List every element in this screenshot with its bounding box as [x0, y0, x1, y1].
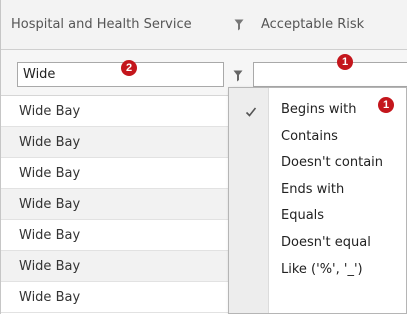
funnel-icon[interactable] — [234, 19, 244, 31]
menu-item[interactable]: Ends with — [229, 177, 407, 203]
hospital-cell: Wide Bay — [19, 166, 81, 181]
column-header-hospital[interactable]: Hospital and Health Service — [11, 0, 192, 50]
menu-item-label: Like ('%', '_') — [281, 262, 363, 277]
hospital-cell: Wide Bay — [19, 259, 81, 274]
grid-header-row: Hospital and Health Service Acceptable R… — [1, 0, 407, 50]
menu-item-label: Equals — [281, 208, 325, 223]
menu-item-label: Doesn't equal — [281, 235, 371, 250]
menu-item-label: Begins with — [281, 102, 357, 117]
hospital-cell: Wide Bay — [19, 290, 81, 305]
menu-item[interactable]: Equals — [229, 203, 407, 229]
hospital-cell: Wide Bay — [19, 197, 81, 212]
checkmark-icon — [245, 102, 257, 117]
hospital-cell: Wide Bay — [19, 228, 81, 243]
hospital-cell: Wide Bay — [19, 135, 81, 150]
risk-filter-input[interactable] — [253, 62, 407, 87]
menu-item-label: Contains — [281, 129, 338, 144]
callout-badge-2: 2 — [121, 60, 137, 76]
menu-item[interactable]: Like ('%', '_') — [229, 257, 407, 283]
funnel-icon[interactable] — [233, 70, 243, 82]
hospital-cell: Wide Bay — [19, 104, 81, 119]
menu-item-label: Doesn't contain — [281, 155, 384, 170]
menu-item[interactable]: Doesn't contain — [229, 150, 407, 176]
callout-badge-1: 1 — [337, 54, 353, 70]
menu-item[interactable]: Doesn't equal — [229, 230, 407, 256]
filter-condition-menu: Begins with Contains Doesn't contain Ends w… — [228, 87, 407, 314]
callout-badge-1: 1 — [378, 97, 394, 113]
column-header-risk[interactable]: Acceptable Risk — [261, 0, 364, 50]
menu-item[interactable]: Contains — [229, 124, 407, 150]
menu-item-label: Ends with — [281, 182, 345, 197]
